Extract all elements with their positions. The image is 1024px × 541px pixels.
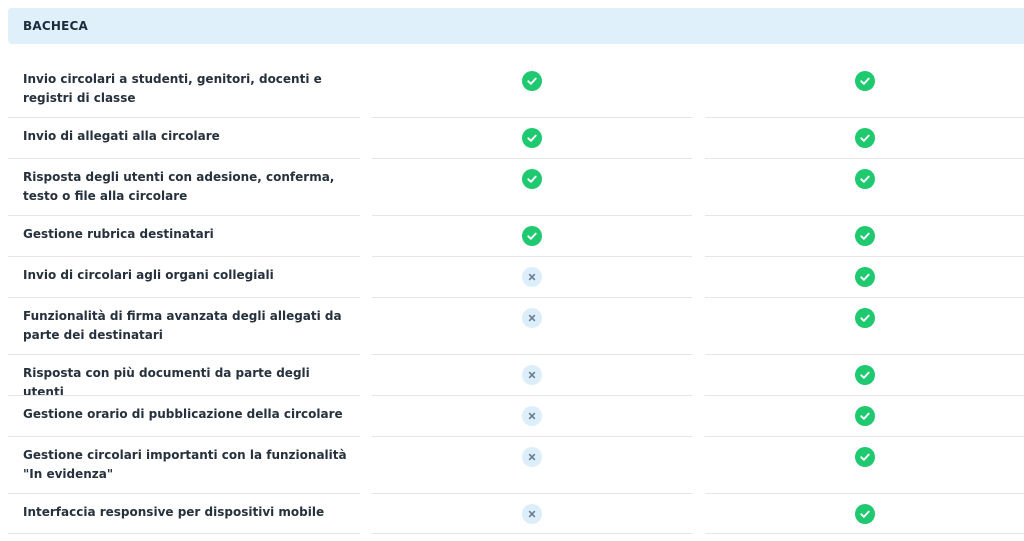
check-circle-icon <box>855 128 875 148</box>
row-divider <box>372 297 692 298</box>
check-circle-icon <box>855 365 875 385</box>
section-title: BACHECA <box>23 19 88 33</box>
section-header: BACHECA <box>8 8 1024 44</box>
row-divider <box>705 158 1024 159</box>
x-circle-icon <box>522 308 542 328</box>
row-divider <box>372 354 692 355</box>
feature-label: Gestione rubrica destinatari <box>23 227 214 241</box>
row-divider <box>372 436 692 437</box>
x-circle-icon <box>522 447 542 467</box>
feature-label: Interfaccia responsive per dispositivi m… <box>23 505 325 519</box>
row-divider <box>8 117 360 118</box>
feature-label: Funzionalità di firma avanzata degli all… <box>23 309 342 342</box>
row-divider <box>705 533 1024 534</box>
feature-label: Invio circolari a studenti, genitori, do… <box>23 72 322 105</box>
row-divider <box>705 354 1024 355</box>
check-circle-icon <box>855 447 875 467</box>
row-divider <box>372 533 692 534</box>
row-divider <box>372 215 692 216</box>
row-divider <box>705 297 1024 298</box>
row-divider <box>705 493 1024 494</box>
feature-label: Risposta degli utenti con adesione, conf… <box>23 170 335 203</box>
check-circle-icon <box>855 406 875 426</box>
row-divider <box>8 493 360 494</box>
row-divider <box>372 395 692 396</box>
feature-label: Risposta con più documenti da parte degl… <box>23 366 310 399</box>
x-circle-icon <box>522 406 542 426</box>
check-circle-icon <box>522 71 542 91</box>
row-divider <box>8 297 360 298</box>
check-circle-icon <box>522 128 542 148</box>
row-divider <box>705 215 1024 216</box>
check-circle-icon <box>855 71 875 91</box>
check-circle-icon <box>522 169 542 189</box>
feature-label: Invio di circolari agli organi collegial… <box>23 268 274 282</box>
row-divider <box>8 395 360 396</box>
row-divider <box>705 436 1024 437</box>
check-circle-icon <box>855 226 875 246</box>
row-divider <box>705 117 1024 118</box>
row-divider <box>372 117 692 118</box>
row-divider <box>705 395 1024 396</box>
row-divider <box>372 256 692 257</box>
feature-label: Gestione circolari importanti con la fun… <box>23 448 347 481</box>
row-divider <box>8 215 360 216</box>
check-circle-icon <box>855 504 875 524</box>
check-circle-icon <box>855 308 875 328</box>
check-circle-icon <box>855 267 875 287</box>
check-circle-icon <box>855 169 875 189</box>
feature-label: Invio di allegati alla circolare <box>23 129 220 143</box>
x-circle-icon <box>522 365 542 385</box>
row-divider <box>8 256 360 257</box>
row-divider <box>372 158 692 159</box>
check-circle-icon <box>522 226 542 246</box>
row-divider <box>8 354 360 355</box>
x-circle-icon <box>522 504 542 524</box>
row-divider <box>705 256 1024 257</box>
row-divider <box>372 493 692 494</box>
x-circle-icon <box>522 267 542 287</box>
row-divider <box>8 436 360 437</box>
row-divider <box>8 533 360 534</box>
row-divider <box>8 158 360 159</box>
feature-label: Gestione orario di pubblicazione della c… <box>23 407 343 421</box>
